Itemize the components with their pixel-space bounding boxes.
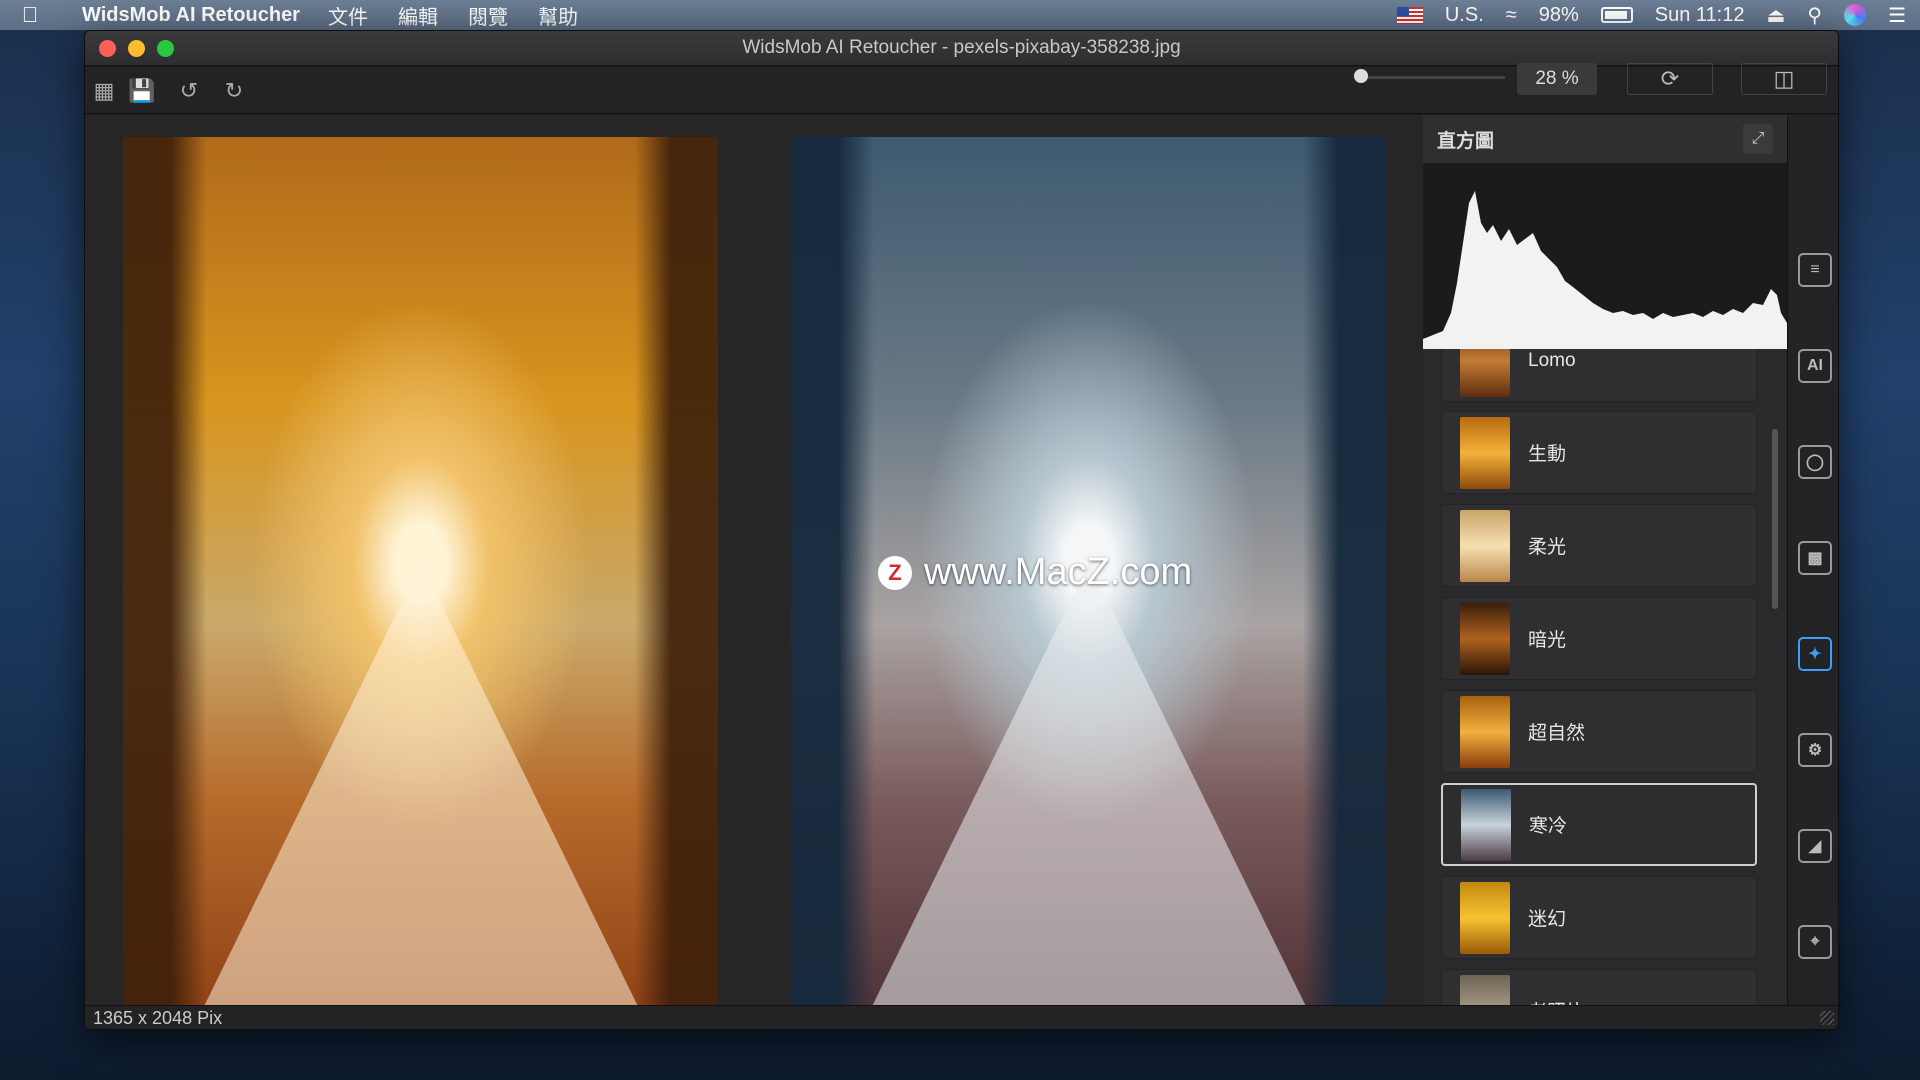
- refresh-icon: ⟳: [1660, 66, 1680, 91]
- image-canvas[interactable]: [85, 115, 1423, 1025]
- watermark-logo: Z: [878, 555, 912, 590]
- filter-item-cold[interactable]: 寒冷: [1441, 783, 1757, 866]
- menu-file[interactable]: 文件: [328, 1, 368, 30]
- filter-label: 暗光: [1528, 630, 1567, 651]
- filter-thumbnail: [1460, 695, 1510, 768]
- filter-thumbnail: [1460, 416, 1510, 489]
- title-bar: WidsMob AI Retoucher - pexels-pixabay-35…: [85, 31, 1838, 66]
- portrait-icon[interactable]: ◯: [1798, 445, 1832, 479]
- apple-menu-icon[interactable]: : [0, 2, 60, 28]
- filter-label: 老照片: [1528, 997, 1585, 1005]
- magic-wand-icon[interactable]: ✦: [1798, 637, 1832, 671]
- filter-thumbnail: [1460, 602, 1510, 675]
- app-window: WidsMob AI Retoucher - pexels-pixabay-35…: [84, 30, 1839, 1030]
- filter-thumbnail: [1460, 974, 1510, 1005]
- filter-list[interactable]: Lomo 生動 柔光 暗光 超自然 寒冷 迷幻: [1423, 349, 1787, 1005]
- menu-bar:  WidsMob AI Retoucher 文件 編輯 閱覽 幫助 U.S. …: [0, 0, 1920, 30]
- zoom-slider-track[interactable]: [1357, 76, 1505, 79]
- filter-label: 生動: [1528, 444, 1567, 465]
- grid-icon[interactable]: ▦: [89, 76, 119, 106]
- filter-item-old-photo[interactable]: 老照片: [1441, 969, 1757, 1005]
- filter-thumbnail: [1461, 788, 1511, 861]
- wifi-icon[interactable]: ≈: [1506, 4, 1517, 27]
- minimize-window-button[interactable]: [128, 40, 145, 57]
- filter-thumbnail: [1460, 881, 1510, 954]
- app-menu[interactable]: WidsMob AI Retoucher: [82, 4, 300, 27]
- watermark-text: www.MacZ.com: [924, 551, 1193, 593]
- histogram-title: 直方圖: [1437, 130, 1495, 152]
- filter-label: 迷幻: [1528, 909, 1567, 930]
- resize-grip[interactable]: [1820, 1011, 1834, 1025]
- filter-label: 寒冷: [1529, 816, 1568, 837]
- histogram: [1423, 163, 1787, 349]
- save-icon[interactable]: 💾: [127, 76, 157, 106]
- siri-icon[interactable]: [1844, 4, 1867, 26]
- rotate-left-icon[interactable]: ↺: [174, 76, 204, 106]
- filter-list-scrollbar[interactable]: [1772, 429, 1778, 609]
- noise-icon[interactable]: ▩: [1798, 541, 1832, 575]
- input-source-label[interactable]: U.S.: [1445, 4, 1484, 27]
- filter-label: 柔光: [1528, 537, 1567, 558]
- image-dimensions: 1365 x 2048 Pix: [93, 1008, 223, 1028]
- filter-label: Lomo: [1528, 349, 1576, 371]
- compare-view-button[interactable]: ◫: [1741, 63, 1827, 95]
- menu-edit[interactable]: 編輯: [398, 1, 438, 30]
- battery-percent[interactable]: 98%: [1539, 4, 1579, 27]
- tool-rail: ≡ AI ◯ ▩ ✦ ⚙ ◢ ⌖: [1787, 115, 1838, 1005]
- histogram-header: 直方圖 ⤢: [1423, 115, 1787, 163]
- watermark: Z www.MacZ.com: [878, 551, 1192, 594]
- zoom-window-button[interactable]: [157, 40, 174, 57]
- menu-view[interactable]: 閱覽: [468, 1, 508, 30]
- menu-help[interactable]: 幫助: [538, 1, 578, 30]
- rotate-right-icon[interactable]: ↻: [219, 76, 249, 106]
- spotlight-search-icon[interactable]: ⚲: [1807, 3, 1822, 28]
- crop-icon[interactable]: ⌖: [1798, 925, 1832, 959]
- us-flag-icon[interactable]: [1396, 6, 1423, 24]
- compare-view-icon: ◫: [1773, 66, 1795, 91]
- window-title: WidsMob AI Retoucher - pexels-pixabay-35…: [742, 37, 1181, 58]
- filter-item-lomo[interactable]: Lomo: [1441, 349, 1757, 402]
- filter-panel: 直方圖 ⤢ Lomo 生動 柔光 暗光 超自然 寒冷 迷幻: [1423, 115, 1787, 1005]
- settings-icon[interactable]: ⚙: [1798, 733, 1832, 767]
- adjustments-icon[interactable]: ≡: [1798, 253, 1832, 287]
- status-bar: 1365 x 2048 Pix: [85, 1005, 1838, 1029]
- expand-icon[interactable]: ⤢: [1743, 124, 1773, 154]
- filter-label: 超自然: [1528, 723, 1586, 744]
- close-window-button[interactable]: [99, 40, 116, 57]
- filter-item-soft-light[interactable]: 柔光: [1441, 504, 1757, 587]
- refresh-button[interactable]: ⟳: [1627, 63, 1713, 95]
- filter-item-surreal[interactable]: 超自然: [1441, 690, 1757, 773]
- clock[interactable]: Sun 11:12: [1655, 4, 1745, 27]
- filter-item-dark[interactable]: 暗光: [1441, 597, 1757, 680]
- original-photo[interactable]: [123, 137, 718, 1025]
- battery-icon[interactable]: [1600, 7, 1633, 23]
- effects-icon[interactable]: ◢: [1798, 829, 1832, 863]
- zoom-level[interactable]: 28 %: [1517, 63, 1597, 95]
- ai-icon[interactable]: AI: [1798, 349, 1832, 383]
- filter-thumbnail: [1460, 349, 1510, 397]
- zoom-slider-handle[interactable]: [1354, 69, 1368, 83]
- filter-item-psychedelic[interactable]: 迷幻: [1441, 876, 1757, 959]
- notification-center-icon[interactable]: ☰: [1888, 3, 1906, 28]
- eject-icon[interactable]: ⏏: [1767, 3, 1786, 28]
- filter-thumbnail: [1460, 509, 1510, 582]
- filter-item-vivid[interactable]: 生動: [1441, 411, 1757, 494]
